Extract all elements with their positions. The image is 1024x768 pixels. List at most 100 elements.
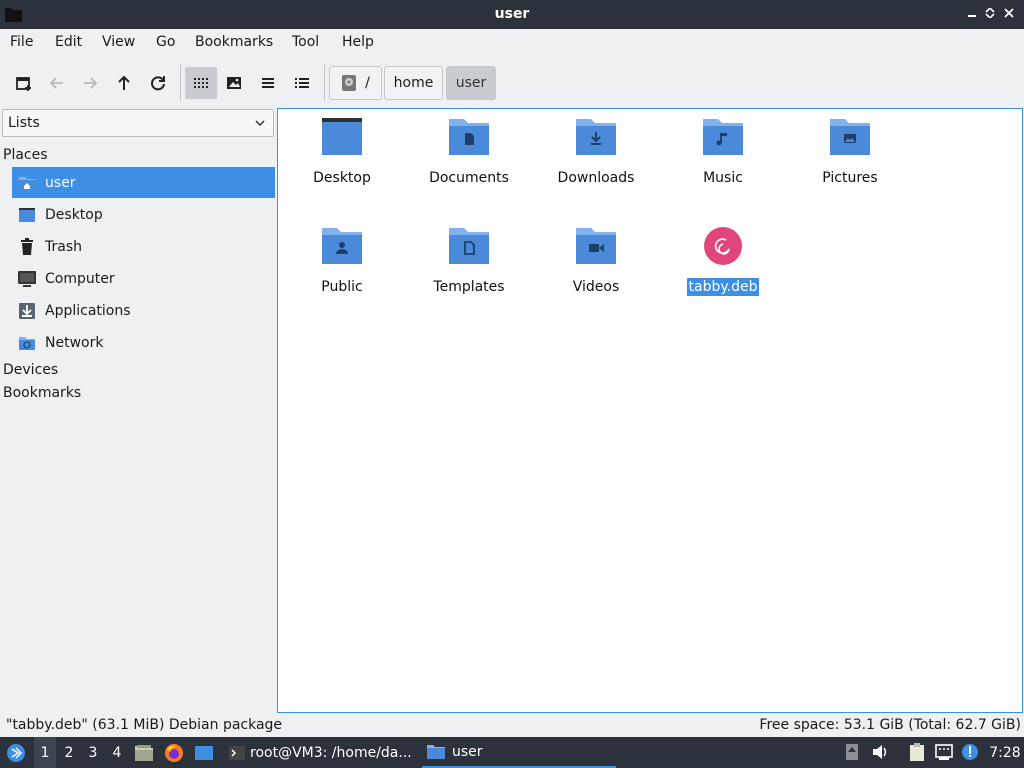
maximize-button[interactable] [980, 5, 1000, 23]
quicklaunch-desktop[interactable] [193, 737, 215, 768]
lxqt-logo-icon [7, 743, 25, 762]
file-item-label: tabby.deb [686, 278, 760, 296]
file-item-label: Public [321, 279, 363, 295]
breadcrumb-root[interactable]: / [329, 66, 382, 100]
list-lines-icon [262, 78, 274, 88]
network-tray-icon[interactable] [934, 742, 954, 762]
section-devices[interactable]: Devices [3, 362, 58, 378]
file-item-label: Templates [433, 279, 505, 295]
file-item-label: Desktop [313, 170, 371, 186]
menu-edit[interactable]: Edit [55, 34, 82, 50]
compact-view-button[interactable] [252, 67, 284, 99]
folder-view[interactable]: Desktop Documents Downloads Music Pictur… [277, 108, 1023, 713]
sidebar-item-label: Computer [45, 270, 115, 287]
back-arrow-icon [49, 77, 63, 89]
task-label: user [452, 743, 483, 760]
menu-bookmarks[interactable]: Bookmarks [195, 34, 273, 50]
menu-file[interactable]: File [10, 34, 33, 50]
sidebar-item-network[interactable]: Network [12, 327, 275, 358]
breadcrumb-root-label: / [365, 75, 370, 91]
image-icon [227, 77, 241, 89]
task-terminal[interactable]: root@VM3: /home/da... [224, 737, 418, 768]
sidebar-item-label: Desktop [45, 206, 103, 223]
file-item-label: Downloads [557, 170, 635, 186]
file-item-music[interactable]: Music [668, 117, 778, 187]
breadcrumb-home[interactable]: home [384, 66, 443, 100]
sidebar-item-applications[interactable]: Applications [12, 295, 275, 326]
file-item-documents[interactable]: Documents [414, 117, 524, 187]
file-manager-icon [135, 744, 153, 761]
menu-tool[interactable]: Tool [292, 34, 319, 50]
clipboard-icon[interactable] [907, 742, 927, 762]
task-label: root@VM3: /home/da... [250, 744, 412, 761]
sidebar-item-label: user [45, 174, 76, 191]
file-item-public[interactable]: Public [287, 226, 397, 296]
sidebar-item-trash[interactable]: Trash [12, 231, 275, 262]
file-item-label: Pictures [822, 170, 878, 186]
toolbar: / home user [0, 57, 1024, 107]
status-bar: "tabby.deb" (63.1 MiB) Debian package Fr… [0, 714, 1024, 737]
volume-icon[interactable] [870, 742, 890, 762]
file-item-tabby-deb[interactable]: tabby.deb [668, 226, 778, 296]
quicklaunch-file-manager[interactable] [133, 737, 155, 768]
file-item-label: Music [703, 170, 743, 186]
chevron-down-icon [255, 120, 265, 127]
menu-help[interactable]: Help [342, 34, 374, 50]
terminal-icon [229, 745, 245, 760]
desktop-folder-icon [322, 118, 362, 155]
detailed-list-icon [295, 78, 309, 88]
reload-icon [151, 76, 165, 91]
applications-icon [17, 301, 37, 321]
close-icon [1004, 8, 1014, 18]
sidebar: Lists Places user Desktop Trash Computer… [0, 107, 276, 713]
debian-package-icon [704, 227, 742, 265]
minimize-button[interactable] [962, 5, 982, 23]
trash-icon [17, 237, 37, 257]
quicklaunch-firefox[interactable] [163, 737, 185, 768]
menu-go[interactable]: Go [156, 34, 175, 50]
workspace-4[interactable]: 4 [106, 737, 128, 768]
close-button[interactable] [999, 5, 1019, 23]
free-space-info: Free space: 53.1 GiB (Total: 62.7 GiB) [759, 717, 1021, 733]
workspace-3[interactable]: 3 [82, 737, 104, 768]
grid-view-icon [194, 78, 208, 88]
task-file-manager[interactable]: user [422, 737, 616, 768]
up-button[interactable] [108, 67, 140, 99]
file-item-label: Documents [429, 170, 509, 186]
start-menu-button[interactable] [4, 737, 28, 768]
reload-button[interactable] [142, 67, 174, 99]
file-item-downloads[interactable]: Downloads [541, 117, 651, 187]
icon-view-button[interactable] [185, 67, 217, 99]
notification-icon[interactable] [960, 742, 980, 762]
sidebar-item-computer[interactable]: Computer [12, 263, 275, 294]
templates-folder-icon [449, 228, 489, 264]
clock[interactable]: 7:28 [988, 737, 1022, 768]
sidebar-item-label: Trash [45, 238, 82, 255]
menu-bar: File Edit View Go Bookmarks Tool Help [0, 29, 1024, 57]
thumbnail-view-button[interactable] [218, 67, 250, 99]
workspace-1[interactable]: 1 [34, 737, 56, 768]
new-tab-button[interactable] [8, 67, 40, 99]
maximize-icon [985, 6, 995, 20]
file-item-videos[interactable]: Videos [541, 226, 651, 296]
side-pane-mode-select[interactable]: Lists [2, 109, 274, 137]
sidebar-item-desktop[interactable]: Desktop [12, 199, 275, 230]
breadcrumb-home-label: home [393, 75, 434, 91]
tray-updates-icon[interactable] [842, 742, 862, 762]
menu-view[interactable]: View [102, 34, 135, 50]
file-item-templates[interactable]: Templates [414, 226, 524, 296]
section-bookmarks[interactable]: Bookmarks [3, 385, 81, 401]
sidebar-item-user[interactable]: user [12, 167, 275, 198]
detailed-list-view-button[interactable] [286, 67, 318, 99]
forward-button[interactable] [74, 67, 106, 99]
breadcrumb-user[interactable]: user [446, 66, 496, 100]
workspace-2[interactable]: 2 [58, 737, 80, 768]
file-item-pictures[interactable]: Pictures [795, 117, 905, 187]
downloads-folder-icon [576, 119, 616, 155]
videos-folder-icon [576, 228, 616, 264]
section-places[interactable]: Places [3, 147, 48, 163]
file-item-desktop[interactable]: Desktop [287, 117, 397, 187]
back-button[interactable] [41, 67, 73, 99]
file-item-label: Videos [572, 279, 620, 295]
window-titlebar: user [0, 0, 1024, 29]
